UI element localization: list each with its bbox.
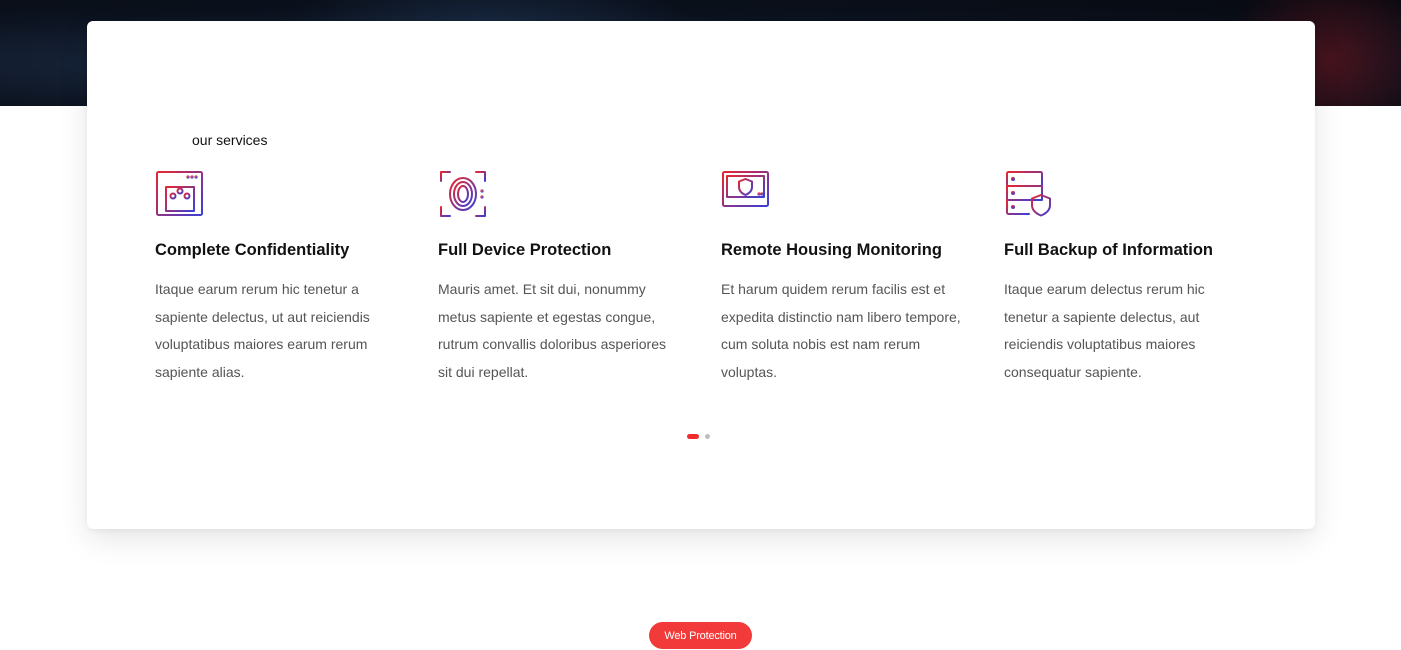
- server-shield-icon: [1006, 171, 1051, 217]
- service-item-backup: Full Backup of Information Itaque earum …: [1004, 169, 1244, 386]
- service-description: Itaque earum delectus rerum hic tenetur …: [1004, 281, 1205, 380]
- section-eyebrow: our services: [192, 132, 268, 148]
- monitor-shield-icon: [722, 171, 769, 215]
- service-description: Et harum quidem rerum facilis est et exp…: [721, 281, 961, 380]
- browser-circuit-icon: [156, 171, 203, 216]
- service-title: Full Backup of Information: [1004, 241, 1213, 259]
- carousel-dot[interactable]: [705, 434, 710, 439]
- service-title: Complete Confidentiality: [155, 241, 350, 259]
- web-protection-badge[interactable]: Web Protection: [649, 622, 752, 649]
- service-item-confidentiality: Complete Confidentiality Itaque earum re…: [155, 169, 395, 386]
- services-card: our services Complete Confidentiality It…: [87, 21, 1315, 529]
- service-description: Mauris amet. Et sit dui, nonummy metus s…: [438, 281, 666, 380]
- carousel-pagination: [687, 434, 710, 439]
- service-title: Remote Housing Monitoring: [721, 241, 942, 259]
- carousel-dot-active[interactable]: [687, 434, 699, 439]
- service-description: Itaque earum rerum hic tenetur a sapient…: [155, 281, 370, 380]
- service-item-remote-monitoring: Remote Housing Monitoring Et harum quide…: [721, 169, 961, 386]
- service-title: Full Device Protection: [438, 241, 612, 259]
- fingerprint-scan-icon: [440, 171, 486, 217]
- service-item-device-protection: Full Device Protection Mauris amet. Et s…: [438, 169, 678, 386]
